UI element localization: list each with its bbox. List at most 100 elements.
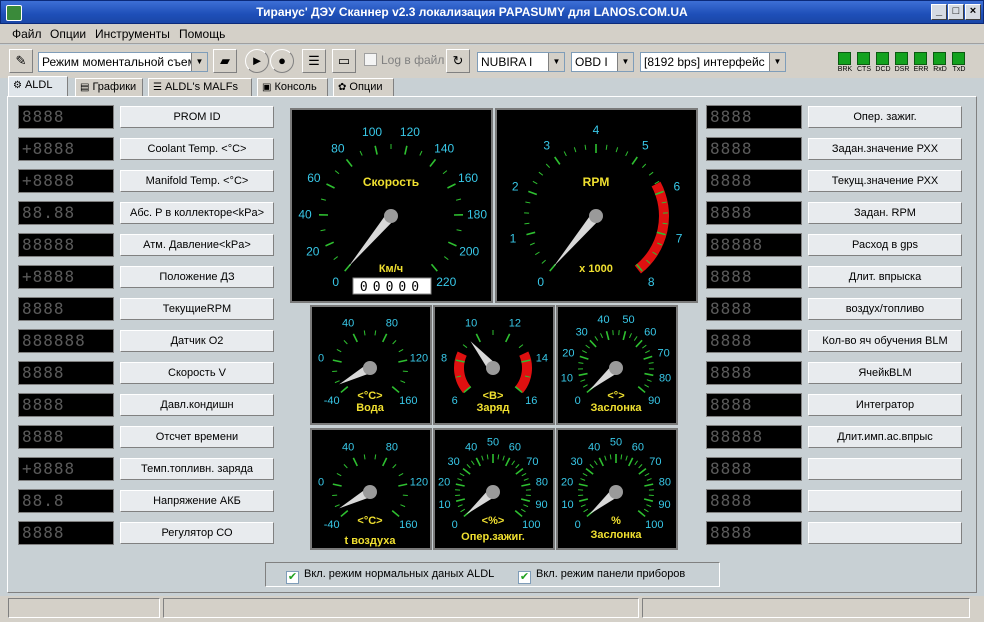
tick-label: 50 [622,314,634,326]
tick-label: 80 [659,372,671,384]
led-label: TxD [952,66,966,73]
param-display: 88.8 [18,489,114,513]
param-button[interactable]: Текущ.значение РХХ [808,170,962,192]
tick-label: 90 [648,395,660,407]
tick-label: 30 [576,326,588,338]
scale-tick [381,457,388,467]
param-button[interactable]: Положение ДЗ [120,266,274,288]
tab-aldl[interactable]: ⚙ ALDL [8,76,68,96]
refresh-icon[interactable]: ↻ [446,49,470,73]
param-display: 888888 [18,329,114,353]
stop-icon[interactable]: ● [270,49,294,73]
param-button[interactable]: Напряжение АКБ [120,490,274,512]
param-button[interactable]: Регулятор СО [120,522,274,544]
param-button[interactable]: Длит. впрыска [808,266,962,288]
tick-label: 10 [561,372,573,384]
param-button[interactable]: воздух/топливо [808,298,962,320]
scale-tick [398,483,408,487]
scale-tick [429,158,437,167]
param-button[interactable] [808,458,962,480]
param-button[interactable]: Опер. зажиг. [808,106,962,128]
scale-tick [391,386,400,394]
scale-tick [643,355,653,360]
protocol-select[interactable]: OBD I ▼ [571,52,634,72]
tick-label: 60 [509,442,521,454]
scale-tick [457,478,463,481]
scale-tick [541,259,546,264]
car-icon[interactable]: ▰ [213,49,237,73]
param-button[interactable]: Отсчет времени [120,426,274,448]
tab-label: Консоль [274,81,317,93]
play-icon[interactable]: ► [245,49,269,73]
folder-icon[interactable]: ▭ [332,49,356,73]
param-button[interactable]: Абс. P в коллекторе<kPa> [120,202,274,224]
tick-label: 50 [610,437,622,449]
scale-tick [459,472,465,477]
param-button[interactable]: ТекущиеRPM [120,298,274,320]
menu-file[interactable]: Файл [12,27,42,41]
param-button[interactable]: Интегратор [808,394,962,416]
mode-select[interactable]: Режим моментальной съем ▼ [38,52,208,72]
param-button[interactable]: Атм. Давление<kPa> [120,234,274,256]
scale-tick [340,510,349,518]
tab-malfs[interactable]: ☰ ALDL's MALFs [148,78,252,96]
tick-label: 4 [593,123,600,137]
tab-graphs[interactable]: ▤ Графики [75,78,143,96]
param-button[interactable]: Скорость V [120,362,274,384]
param-button[interactable] [808,522,962,544]
redline-arc [634,181,669,274]
param-button[interactable]: ЯчейкBLM [808,362,962,384]
param-button[interactable]: Coolant Temp. <°C> [120,138,274,160]
menu-help[interactable]: Помощь [179,27,225,41]
param-button[interactable]: Задан.значение РХХ [808,138,962,160]
menu-options[interactable]: Опции [50,27,86,41]
gauge-unit: x 1000 [579,263,613,275]
needle-hub [486,485,500,499]
status-bar [0,596,984,622]
tab-console[interactable]: ▣ Консоль [257,78,328,96]
param-button[interactable]: Давл.кондишн [120,394,274,416]
param-button[interactable]: Кол-во яч обучения BLM [808,330,962,352]
car-model-select[interactable]: NUBIRA I ▼ [477,52,565,72]
tick-label: 80 [386,442,398,454]
param-button[interactable]: Расход в gps [808,234,962,256]
param-button[interactable]: Manifold Temp. <°C> [120,170,274,192]
scale-tick [398,472,404,477]
scale-tick [419,150,423,156]
normal-mode-checkbox[interactable]: ✔ Вкл. режим нормальных даных ALDL [286,568,494,584]
param-button[interactable]: Длит.имп.ас.впрыс [808,426,962,448]
dashboard-mode-label: Вкл. режим панели приборов [536,568,686,580]
log-to-file-checkbox[interactable]: Log в файл [364,53,444,67]
scale-tick [631,156,638,165]
toolbar: ✎ Режим моментальной съем ▼ ▰ ► ● ☰ ▭ Lo… [0,45,984,78]
menu-tools[interactable]: Инструменты [95,27,170,41]
scale-tick [504,457,511,467]
tab-options[interactable]: ✿ Опции [333,78,394,96]
battery-gauge: 6 8 10 12 14 16 <B> Заряд [433,305,555,425]
maximize-button[interactable]: □ [948,4,964,20]
param-display: 8888 [706,521,802,545]
param-button[interactable]: PROM ID [120,106,274,128]
scale-tick [352,457,359,467]
param-button[interactable]: Задан. RPM [808,202,962,224]
minimize-button[interactable]: _ [931,4,947,20]
tick-label: -40 [324,395,340,407]
tick-label: 90 [535,499,547,511]
log-label: Log в файл [381,53,445,67]
gauge-caption: t воздуха [345,535,397,547]
param-button[interactable] [808,490,962,512]
param-display: 8888 [706,265,802,289]
connect-icon[interactable]: ✎ [9,49,33,73]
param-button[interactable]: Датчик О2 [120,330,274,352]
scale-tick [447,183,456,189]
checkbox-box [364,53,377,66]
close-button[interactable]: × [965,4,981,20]
scale-tick [363,330,366,336]
interface-select[interactable]: [8192 bps] интерфейс ▼ [640,52,786,72]
tick-label: 220 [436,275,456,289]
param-button[interactable]: Темп.топливн. заряда [120,458,274,480]
tick-label: 12 [509,318,521,330]
list-icon[interactable]: ☰ [302,49,326,73]
dashboard-mode-checkbox[interactable]: ✔ Вкл. режим панели приборов [518,568,685,584]
tick-label: 80 [386,318,398,330]
